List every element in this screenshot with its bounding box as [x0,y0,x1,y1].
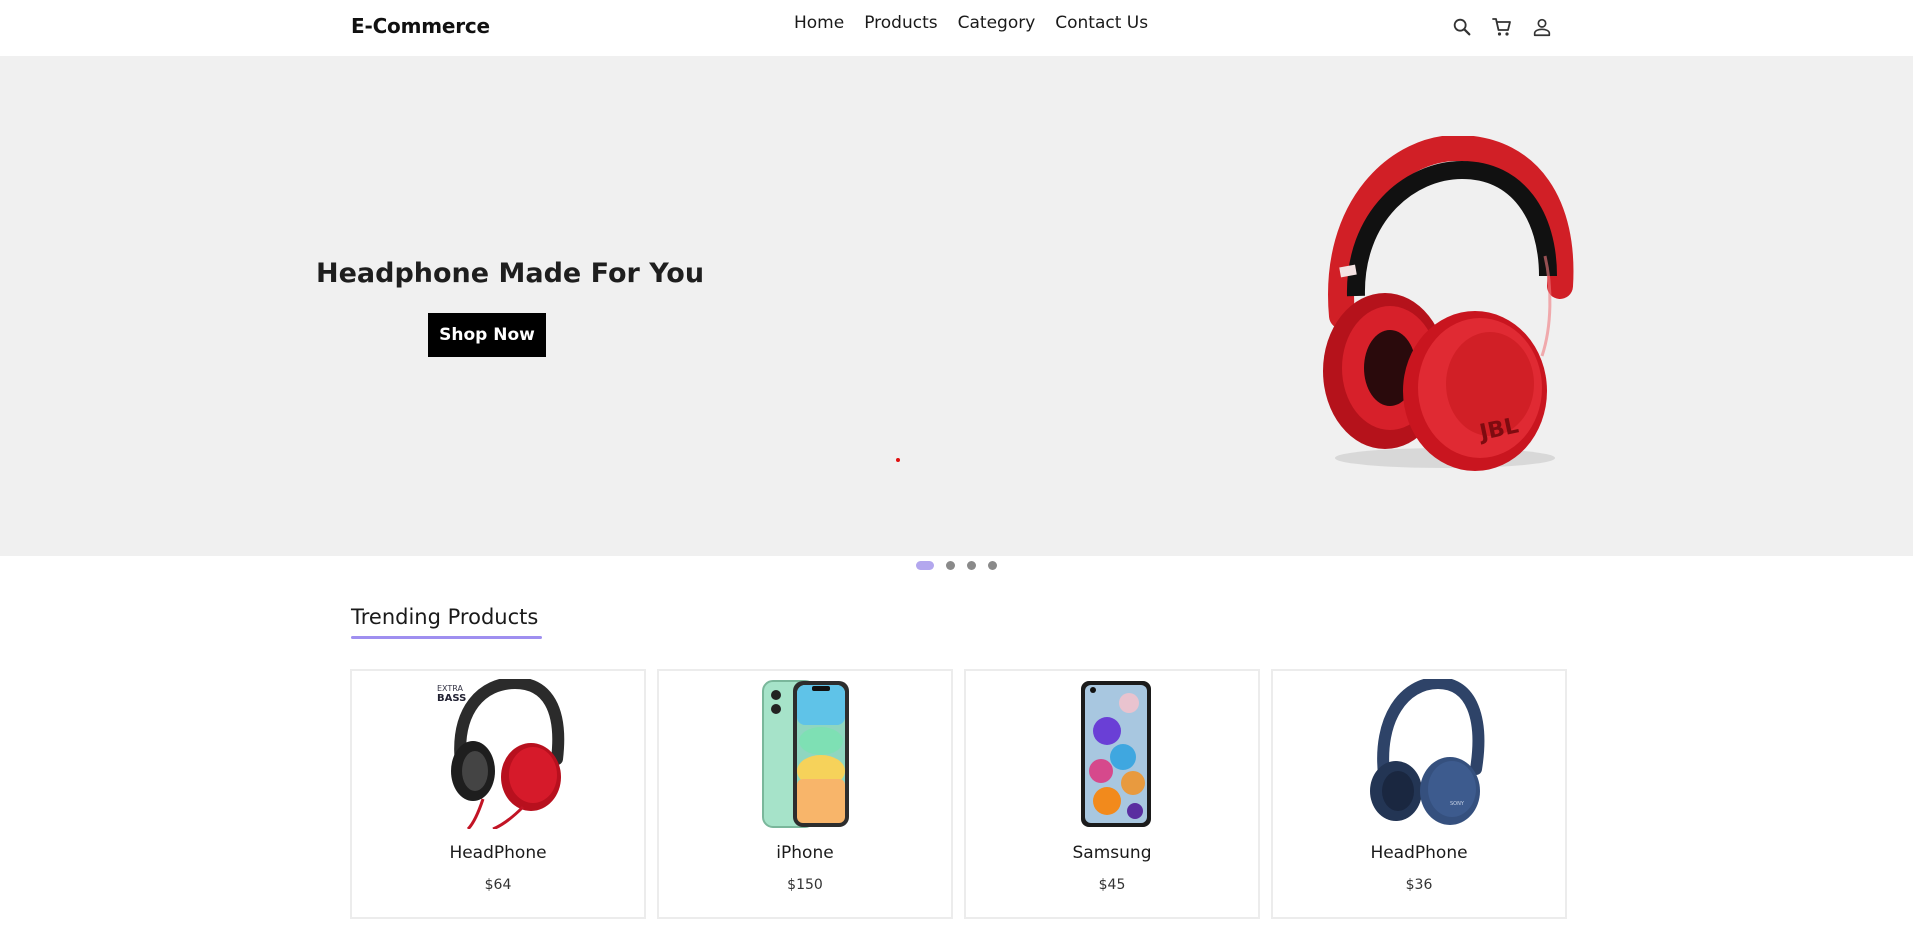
product-card[interactable]: iPhone $150 [657,669,953,919]
shop-now-button[interactable]: Shop Now [428,313,546,357]
product-card[interactable]: Samsung $45 [964,669,1260,919]
product-price: $36 [1405,877,1433,893]
nav-link-products[interactable]: Products [854,13,947,33]
product-name: HeadPhone [1370,843,1468,863]
trending-title: Trending Products [351,605,539,629]
product-name: Samsung [1072,843,1152,863]
nav-link-home[interactable]: Home [784,13,854,33]
product-card[interactable]: SONY HeadPhone $36 [1271,669,1567,919]
product-grid: EXTRA BASS HeadPhone $64 iPhone $150 Sam… [350,669,1567,919]
nav-icons [1448,13,1556,41]
product-price: $150 [787,877,823,893]
decorative-dot [896,458,900,462]
carousel-indicators [916,561,997,570]
search-icon[interactable] [1448,13,1476,41]
product-name: iPhone [776,843,834,863]
section-underline [351,636,542,639]
carousel-dot-2[interactable] [946,561,955,570]
cart-icon[interactable] [1488,13,1516,41]
svg-text:EXTRA: EXTRA [437,684,464,693]
product-price: $45 [1098,877,1126,893]
product-card[interactable]: EXTRA BASS HeadPhone $64 [350,669,646,919]
product-name: HeadPhone [449,843,547,863]
navbar: E-Commerce Home Products Category Contac… [0,0,1913,56]
product-image-samsung [1037,679,1187,829]
product-image-iphone [730,679,880,829]
hero-title: Headphone Made For You [316,258,705,289]
user-icon[interactable] [1528,13,1556,41]
carousel-dot-3[interactable] [967,561,976,570]
carousel-dot-4[interactable] [988,561,997,570]
hero-headphone-image: JBL [1290,134,1580,476]
carousel-dot-1[interactable] [916,561,934,570]
brand-logo[interactable]: E-Commerce [351,14,490,38]
hero-banner: Headphone Made For You Shop Now JBL [0,56,1913,556]
product-price: $64 [484,877,512,893]
product-image-headphone-blue: SONY [1344,679,1494,829]
nav-links: Home Products Category Contact Us [784,13,1158,33]
svg-text:SONY: SONY [1450,801,1465,807]
svg-text:BASS: BASS [437,693,466,704]
product-image-headphone: EXTRA BASS [423,679,573,829]
nav-link-category[interactable]: Category [948,13,1046,33]
nav-link-contact-us[interactable]: Contact Us [1045,13,1158,33]
